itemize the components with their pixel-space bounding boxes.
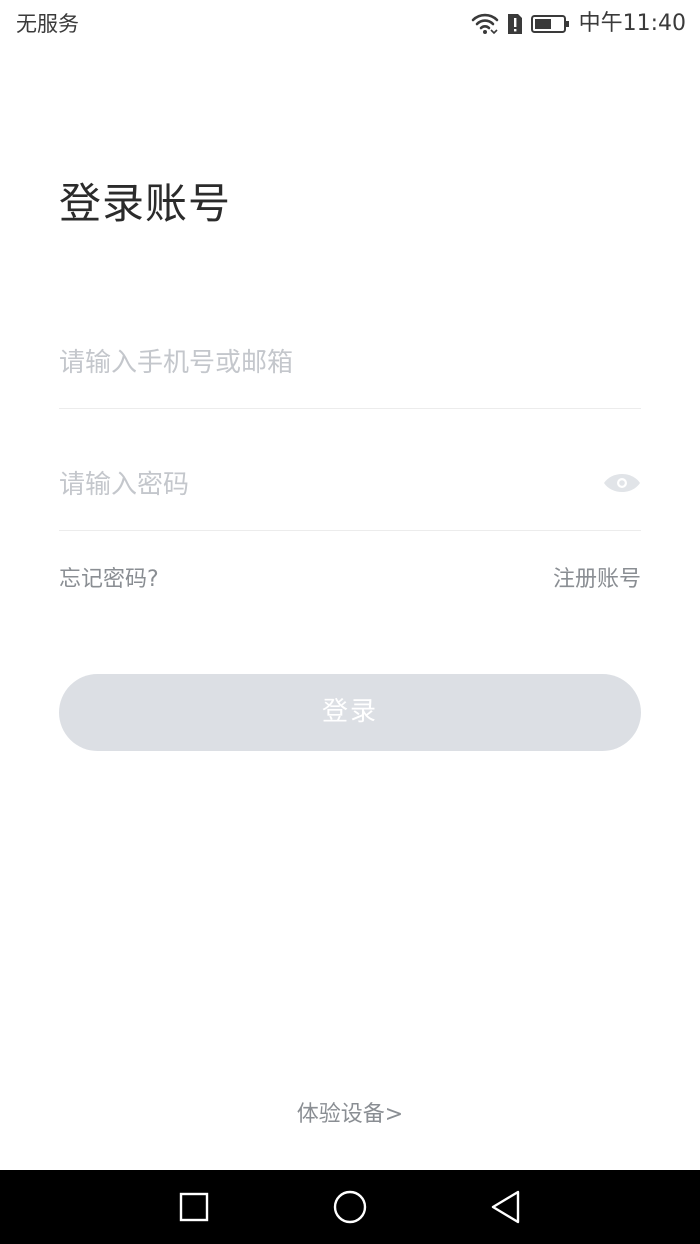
- password-field: [59, 440, 641, 531]
- status-icons: 中午11:40: [471, 9, 686, 39]
- login-screen: 无服务 中午11:40 登录账号 请输入手机号或邮箱 忘记密码? 注册账号 登录…: [0, 0, 700, 1244]
- battery-icon: [530, 15, 569, 33]
- phone-email-field: [59, 318, 641, 409]
- status-bar: 无服务 中午11:40: [0, 0, 700, 50]
- home-icon[interactable]: [332, 1189, 368, 1225]
- password-input[interactable]: [59, 440, 579, 530]
- forgot-password-link[interactable]: 忘记密码?: [59, 565, 159, 595]
- eye-icon[interactable]: [603, 468, 641, 498]
- register-link[interactable]: 注册账号: [553, 565, 641, 595]
- back-icon[interactable]: [488, 1189, 524, 1225]
- phone-email-input[interactable]: [59, 318, 579, 408]
- status-time: 中午11:40: [578, 11, 686, 36]
- demo-device-link[interactable]: 体验设备>: [0, 1100, 700, 1130]
- login-button[interactable]: 登录: [59, 674, 641, 751]
- carrier-status: 无服务: [16, 12, 79, 36]
- recent-apps-icon[interactable]: [176, 1189, 212, 1225]
- wifi-icon: [471, 13, 498, 35]
- sim-alert-icon: [507, 14, 522, 34]
- navigation-bar: [0, 1170, 700, 1244]
- page-title: 登录账号: [59, 179, 232, 228]
